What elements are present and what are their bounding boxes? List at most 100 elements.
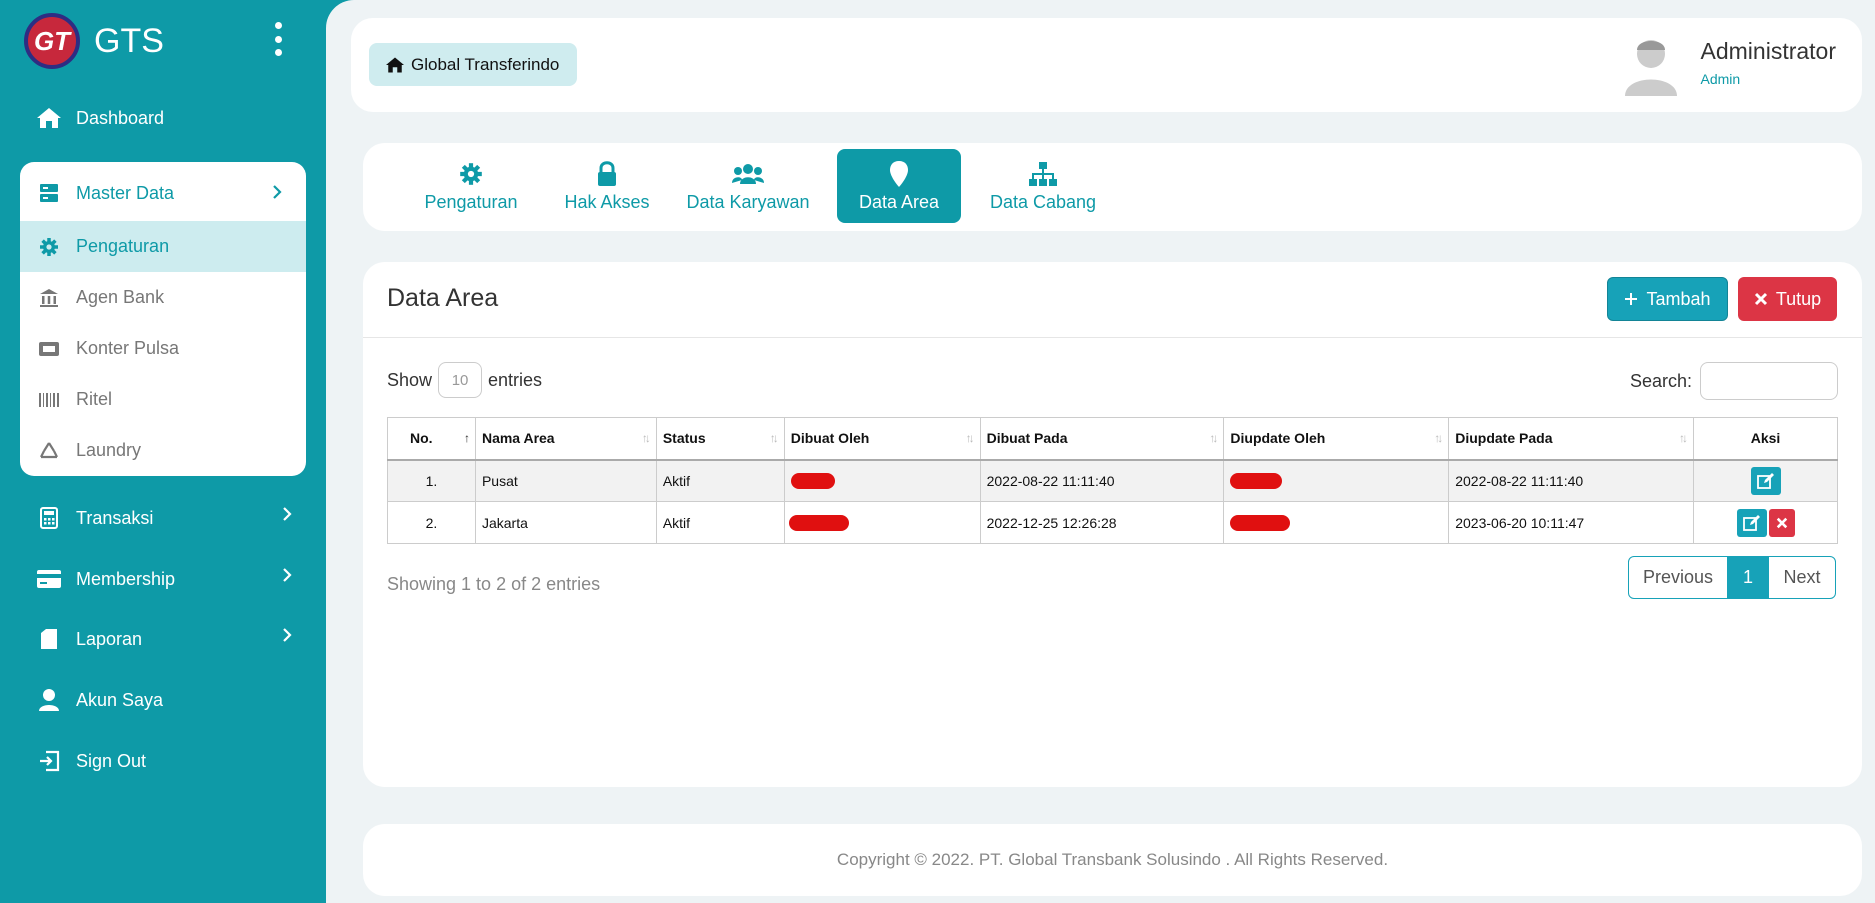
column-header-dibuat-oleh[interactable]: Dibuat Oleh ↑↓ xyxy=(783,417,981,461)
user-menu[interactable]: Administrator Admin xyxy=(1623,34,1836,96)
sidebar-item-akun-saya[interactable]: Akun Saya xyxy=(36,680,292,720)
data-area-card: Data Area Tambah Tutup Show 10 entries S… xyxy=(363,262,1862,787)
sidebar-item-label: Membership xyxy=(76,568,176,589)
tab-data-cabang[interactable]: Data Cabang xyxy=(985,149,1101,223)
cell-nama-area: Jakarta xyxy=(474,501,657,544)
sidebar-item-master-data[interactable]: Master Data xyxy=(20,170,306,216)
sidebar-item-membership[interactable]: Membership xyxy=(36,559,292,599)
table-row: 1. Pusat Aktif 2022-08-22 11:11:40 2022-… xyxy=(387,459,1838,502)
recycle-icon xyxy=(36,441,62,461)
cell-dibuat-oleh xyxy=(783,459,981,502)
cell-no: 2. xyxy=(387,501,476,544)
tab-label: Pengaturan xyxy=(424,191,518,212)
card-divider xyxy=(363,337,1862,338)
cell-dibuat-oleh xyxy=(783,501,981,544)
page-length-select[interactable]: 10 xyxy=(438,362,483,398)
tab-data-karyawan[interactable]: Data Karyawan xyxy=(683,149,813,223)
sidebar-subitem-label: Pengaturan xyxy=(76,236,170,256)
gear-icon xyxy=(36,237,62,257)
cell-nama-area: Pusat xyxy=(474,459,657,502)
edit-button[interactable] xyxy=(1736,508,1767,537)
chevron-right-icon xyxy=(282,627,292,648)
column-header-no[interactable]: No. ↑ xyxy=(387,417,476,461)
home-breadcrumb[interactable]: Global Transferindo xyxy=(369,43,578,86)
barcode-icon xyxy=(36,392,62,408)
data-table: No. ↑ Nama Area ↑↓ Status ↑↓ Dibuat Oleh ↑↓ … xyxy=(387,417,1838,544)
sidebar-subitem-label: Agen Bank xyxy=(76,287,165,307)
previous-page-button[interactable]: Previous xyxy=(1629,557,1728,598)
sign-out-icon xyxy=(36,748,62,774)
tab-hak-akses[interactable]: Hak Akses xyxy=(553,149,661,223)
home-icon xyxy=(36,105,62,131)
brand-name: GTS xyxy=(94,21,164,60)
sidebar-item-label: Transaksi xyxy=(76,507,154,528)
bank-icon xyxy=(36,288,62,308)
close-icon xyxy=(1776,517,1787,528)
column-header-nama-area[interactable]: Nama Area ↑↓ xyxy=(474,417,657,461)
home-icon xyxy=(385,56,405,74)
credit-card-icon xyxy=(36,566,62,592)
sidebar-item-sign-out[interactable]: Sign Out xyxy=(36,741,292,781)
search-input[interactable] xyxy=(1700,362,1838,400)
tambah-button[interactable]: Tambah xyxy=(1607,277,1728,321)
chevron-right-icon xyxy=(282,567,292,588)
show-entries: Show 10 entries xyxy=(387,362,542,398)
redaction-mark xyxy=(1230,473,1283,490)
sidebar-item-transaksi[interactable]: Transaksi xyxy=(36,498,292,538)
cell-status: Aktif xyxy=(655,501,785,544)
sidebar-item-dashboard[interactable]: Dashboard xyxy=(36,98,292,138)
sidebar-subitem-pengaturan[interactable]: Pengaturan xyxy=(20,221,306,272)
tambah-label: Tambah xyxy=(1646,288,1711,309)
page-1-button[interactable]: 1 xyxy=(1728,557,1768,598)
cell-diupdate-oleh xyxy=(1223,501,1450,544)
sidebar-item-label: Dashboard xyxy=(76,107,165,128)
search-box: Search: xyxy=(1630,362,1838,400)
sidebar-subitem-laundry[interactable]: Laundry xyxy=(20,425,306,476)
edit-button[interactable] xyxy=(1750,466,1781,495)
delete-button[interactable] xyxy=(1768,508,1795,537)
ticket-icon xyxy=(36,340,62,358)
brand[interactable]: GT GTS xyxy=(24,12,164,70)
tab-label: Data Karyawan xyxy=(686,191,810,212)
sidebar: GT GTS Dashboard Master Data Pengaturan xyxy=(0,0,326,903)
close-icon xyxy=(1754,292,1768,306)
sitemap-icon xyxy=(1028,160,1058,188)
cell-aksi xyxy=(1693,459,1838,502)
gear-icon xyxy=(459,160,483,188)
sidebar-item-laporan[interactable]: Laporan xyxy=(36,619,292,659)
tab-data-area[interactable]: Data Area xyxy=(837,149,961,223)
sidebar-subitem-ritel[interactable]: Ritel xyxy=(20,374,306,425)
table-info: Showing 1 to 2 of 2 entries xyxy=(387,574,601,594)
plus-icon xyxy=(1624,292,1638,306)
sidebar-item-label: Sign Out xyxy=(76,750,147,771)
column-header-dibuat-pada[interactable]: Dibuat Pada ↑↓ xyxy=(979,417,1225,461)
column-header-status[interactable]: Status ↑↓ xyxy=(655,417,785,461)
cell-dibuat-pada: 2022-08-22 11:11:40 xyxy=(979,459,1225,502)
edit-icon xyxy=(1742,514,1760,531)
column-header-diupdate-oleh[interactable]: Diupdate Oleh ↑↓ xyxy=(1223,417,1450,461)
next-page-button[interactable]: Next xyxy=(1768,557,1835,598)
tab-pengaturan[interactable]: Pengaturan xyxy=(411,149,531,223)
tutup-label: Tutup xyxy=(1775,288,1822,309)
sidebar-subitem-label: Laundry xyxy=(76,440,142,460)
user-role: Admin xyxy=(1700,71,1741,87)
sidebar-subitem-konter-pulsa[interactable]: Konter Pulsa xyxy=(20,323,306,374)
lock-icon xyxy=(596,160,618,188)
sidebar-subitem-label: Konter Pulsa xyxy=(76,338,180,358)
calculator-icon xyxy=(36,505,62,531)
master-data-submenu: Master Data Pengaturan Agen Bank Konter … xyxy=(20,162,306,476)
sidebar-subitem-agen-bank[interactable]: Agen Bank xyxy=(20,272,306,323)
show-label: Show xyxy=(387,369,433,390)
tab-label: Hak Akses xyxy=(564,191,650,212)
column-header-diupdate-pada[interactable]: Diupdate Pada ↑↓ xyxy=(1448,417,1695,461)
user-icon xyxy=(36,687,62,713)
cell-diupdate-pada: 2022-08-22 11:11:40 xyxy=(1448,459,1695,502)
sidebar-item-label: Laporan xyxy=(76,628,143,649)
tutup-button[interactable]: Tutup xyxy=(1738,277,1837,321)
kebab-menu-icon[interactable] xyxy=(272,22,284,56)
table-header-row: No. ↑ Nama Area ↑↓ Status ↑↓ Dibuat Oleh ↑↓ … xyxy=(387,417,1838,461)
sidebar-item-label: Master Data xyxy=(76,182,175,203)
pagination: Previous 1 Next xyxy=(1628,556,1836,599)
entries-label: entries xyxy=(488,369,543,390)
footer: Copyright © 2022. PT. Global Transbank S… xyxy=(363,824,1862,896)
